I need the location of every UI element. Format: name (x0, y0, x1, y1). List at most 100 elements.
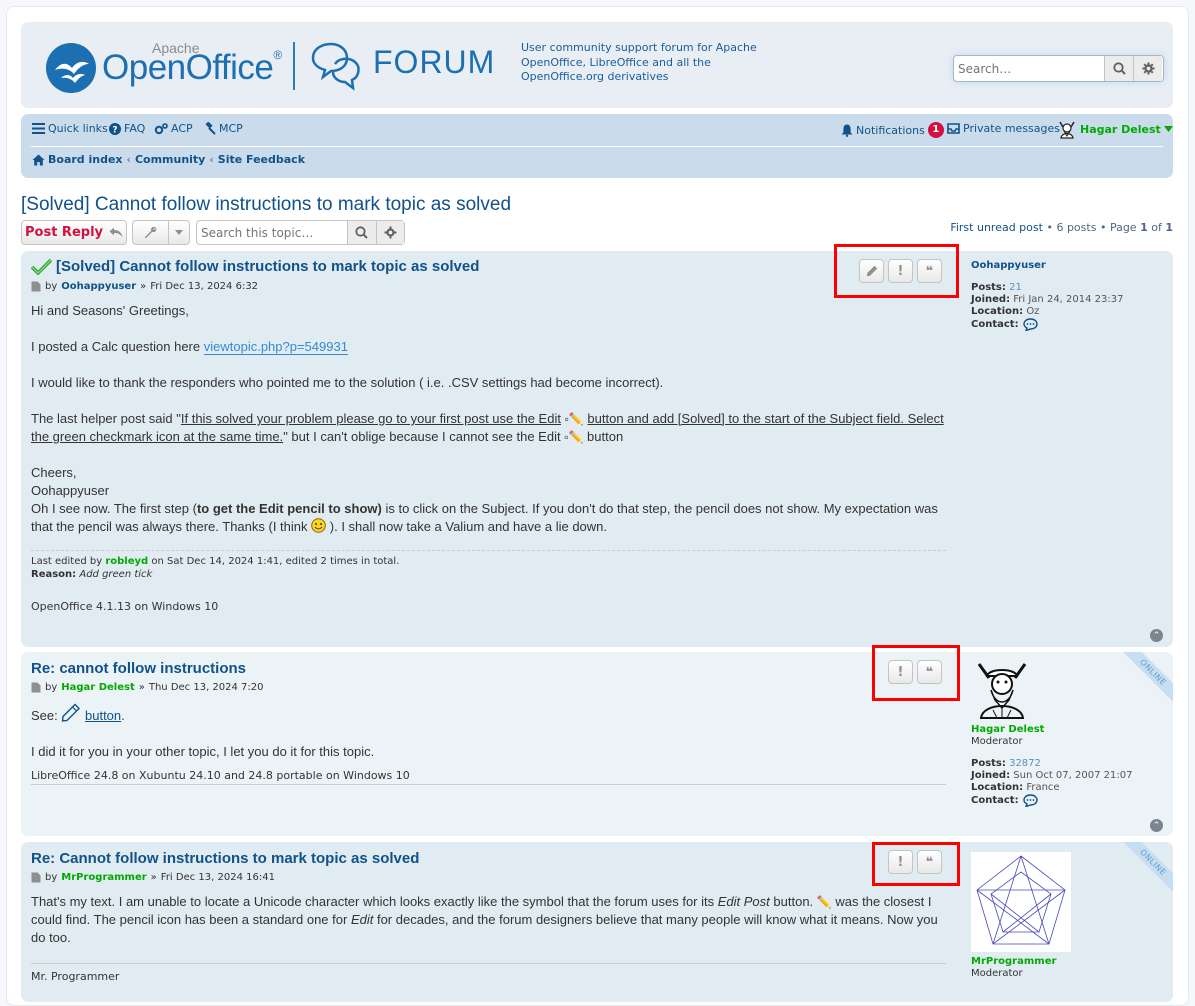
breadcrumb-separator: ‹ (126, 153, 131, 166)
post-1-greeting: Hi and Seasons' Greetings, (31, 303, 189, 318)
post-2-button-link[interactable]: button (85, 708, 121, 723)
logo-forum-text: FORUM (373, 44, 496, 80)
post-1-p6-c: ). I shall now take a Valium and have a … (329, 519, 608, 534)
post-3-p1-em: Edit Post (717, 894, 770, 909)
gavel-icon (205, 122, 216, 135)
profile-joined-label: Joined: (971, 294, 1011, 305)
avatar[interactable] (971, 660, 1033, 720)
nav-mcp[interactable]: MCP (203, 122, 243, 135)
post-3-body: Re: Cannot follow instructions to mark t… (31, 850, 946, 983)
current-page: 1 (1140, 221, 1148, 234)
profile-posts-count[interactable]: 32872 (1009, 758, 1041, 769)
profile-location-value: France (1026, 782, 1060, 793)
post-3-p1-a: That's my text. I am unable to locate a … (31, 894, 715, 909)
post-1-p4-b: " but I can't oblige because I cannot se… (283, 429, 561, 444)
nav-faq[interactable]: ? FAQ (109, 122, 145, 135)
page-label: Page (1109, 221, 1137, 234)
breadcrumb-site-feedback[interactable]: Site Feedback (218, 153, 305, 166)
post-2-paragraph-1: See: button. (31, 703, 946, 725)
nav-private-messages[interactable]: Private messages (947, 122, 1060, 135)
post-1-reason-line: Reason: Add green tick (31, 568, 946, 581)
profile-joined: Joined: Fri Jan 24, 2014 23:37 (971, 294, 1166, 306)
post-1-title[interactable]: [Solved] Cannot follow instructions to m… (56, 258, 479, 275)
first-unread-link[interactable]: First unread post (950, 221, 1043, 234)
post-1-p6-bold: to get the Edit pencil to show) (196, 501, 382, 516)
profile-joined-date: Sun Oct 07, 2007 21:07 (1013, 770, 1133, 781)
post-2-body: Re: cannot follow instructions by Hagar … (31, 660, 946, 782)
total-pages: 1 (1165, 221, 1173, 234)
header-search-input[interactable] (954, 56, 1104, 81)
post-1-signature: OpenOffice 4.1.13 on Windows 10 (31, 600, 219, 613)
topic-tools-button[interactable] (132, 220, 190, 245)
post-3-paragraph-1: That's my text. I am unable to locate a … (31, 893, 946, 947)
breadcrumb-board-index[interactable]: Board index (48, 153, 123, 166)
contact-bubble-icon[interactable] (1022, 318, 1038, 331)
logo-openoffice-text: OpenOffice® (102, 48, 282, 88)
profile-username[interactable]: MrProgrammer (971, 956, 1056, 967)
post-reply-button[interactable]: Post Reply (21, 220, 127, 245)
navbar: Quick links ? FAQ ACP MCP Notifications … (21, 114, 1173, 178)
post-1-paragraph-2: I posted a Calc question here viewtopic.… (31, 338, 946, 356)
post-1: [Solved] Cannot follow instructions to m… (21, 251, 1173, 647)
topic-pagination: First unread post • 6 posts • Page 1 of … (950, 221, 1173, 234)
topic-advanced-search-button[interactable] (375, 221, 404, 244)
profile-joined-label: Joined: (971, 770, 1011, 781)
topic-title[interactable]: [Solved] Cannot follow instructions to m… (21, 194, 511, 216)
post-2-author[interactable]: Hagar Delest (61, 682, 134, 693)
post-3-author[interactable]: MrProgrammer (61, 872, 146, 883)
nav-acp[interactable]: ACP (154, 122, 193, 135)
post-3-title[interactable]: Re: Cannot follow instructions to mark t… (31, 850, 419, 867)
question-icon: ? (109, 122, 121, 135)
post-2-paragraph-2: I did it for you in your other topic, I … (31, 744, 375, 759)
nav-notifications[interactable]: Notifications 1 (841, 122, 944, 138)
nav-mcp-label: MCP (219, 122, 243, 135)
post-2-title[interactable]: Re: cannot follow instructions (31, 660, 246, 677)
post-3-by: by (45, 872, 58, 883)
topic-search-input[interactable] (197, 221, 347, 244)
contact-bubble-icon[interactable] (1022, 794, 1038, 807)
inbox-icon (947, 123, 960, 134)
search-icon (1112, 62, 1126, 75)
profile-posts-count[interactable]: 21 (1009, 282, 1022, 293)
nav-quick-links[interactable]: Quick links (32, 122, 108, 135)
post-1-title-row: [Solved] Cannot follow instructions to m… (31, 258, 946, 275)
logo-registered: ® (273, 48, 282, 62)
posts-count: 6 posts (1056, 221, 1097, 234)
avatar[interactable] (971, 852, 1071, 952)
hamburger-icon (32, 123, 45, 134)
back-to-top-button[interactable]: ⌃ (1150, 819, 1163, 832)
chevron-up-icon: ⌃ (1152, 630, 1161, 641)
pagination-bullet: • (1046, 221, 1057, 234)
header-advanced-search-button[interactable] (1133, 56, 1162, 81)
post-2-profile: Hagar Delest Moderator Posts: 32872 Join… (971, 660, 1166, 807)
topic-search-button[interactable] (347, 221, 376, 244)
profile-username[interactable]: Oohappyuser (971, 260, 1046, 271)
profile-joined: Joined: Sun Oct 07, 2007 21:07 (971, 770, 1166, 782)
post-1-paragraph-6: Oh I see now. The first step (to get the… (31, 500, 946, 536)
post-1-calc-link[interactable]: viewtopic.php?p=549931 (203, 339, 348, 355)
breadcrumb-community[interactable]: Community (135, 153, 205, 166)
nav-quick-links-label: Quick links (48, 122, 108, 135)
profile-username[interactable]: Hagar Delest (971, 724, 1044, 735)
wrench-icon (133, 226, 168, 239)
logo-separator (293, 42, 295, 90)
highlight-box (872, 645, 960, 701)
post-1-editor[interactable]: robleyd (105, 556, 148, 567)
user-avatar (1059, 121, 1075, 139)
edit-suffix: on Sat Dec 14, 2024 1:41, edited 2 times… (151, 556, 400, 567)
post-1-edit-reason: Add green tick (79, 569, 153, 580)
profile-location-label: Location: (971, 306, 1024, 317)
post-1-date-sep: » (140, 281, 147, 292)
nav-user-menu[interactable]: Hagar Delest (1057, 119, 1173, 139)
post-reply-label: Post Reply (25, 225, 103, 240)
post-1-author[interactable]: Oohappyuser (61, 281, 136, 292)
profile-location: Location: Oz (971, 306, 1166, 318)
header-search-button[interactable] (1104, 56, 1133, 81)
broken-image-pencil-icon: ▫✏️ (564, 430, 584, 444)
pencil-emoji-icon: ✏️ (816, 895, 832, 909)
back-to-top-button[interactable]: ⌃ (1150, 629, 1163, 642)
gear-icon (384, 226, 397, 239)
post-1-content: Hi and Seasons' Greetings, I posted a Ca… (31, 302, 946, 536)
post-1-signoff: Cheers, Oohappyuser (31, 464, 946, 500)
post-1-edit-notice: Last edited by robleyd on Sat Dec 14, 20… (31, 550, 946, 581)
